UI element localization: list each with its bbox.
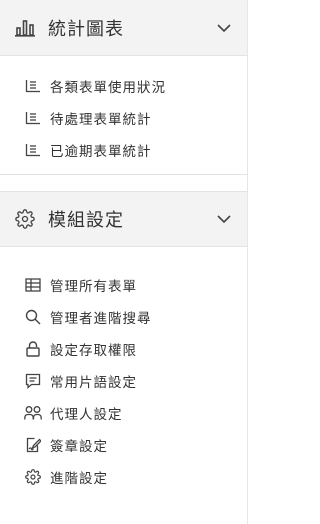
menu-item-label: 簽章設定 xyxy=(50,439,108,455)
list-icon xyxy=(24,109,42,127)
gear-icon xyxy=(24,468,42,486)
chevron-down-icon[interactable] xyxy=(215,19,233,37)
menu-item-label: 管理所有表單 xyxy=(50,279,137,295)
signature-icon xyxy=(24,436,42,454)
settings-sidebar: 統計圖表 各類表單使用狀況 待處理表單統計 已逾期表單統計 模組設定 管理所有表… xyxy=(0,0,248,524)
module-settings-menu: 管理所有表單 管理者進階搜尋 設定存取權限 常用片語設定 代理人設定 簽章設定 … xyxy=(0,247,247,501)
menu-item-signature-settings[interactable]: 簽章設定 xyxy=(0,429,247,461)
menu-item-label: 進階設定 xyxy=(50,471,108,487)
menu-item-manage-forms[interactable]: 管理所有表單 xyxy=(0,269,247,301)
menu-item-admin-search[interactable]: 管理者進階搜尋 xyxy=(0,301,247,333)
table-icon xyxy=(24,276,42,294)
menu-item-label: 設定存取權限 xyxy=(50,343,137,359)
menu-item-label: 各類表單使用狀況 xyxy=(50,80,166,96)
menu-item-proxy-settings[interactable]: 代理人設定 xyxy=(0,397,247,429)
menu-item-label: 管理者進階搜尋 xyxy=(50,311,152,327)
menu-item-form-usage[interactable]: 各類表單使用狀況 xyxy=(0,70,247,102)
menu-item-label: 常用片語設定 xyxy=(50,375,137,391)
section-title: 模組設定 xyxy=(48,210,124,231)
menu-item-label: 代理人設定 xyxy=(50,407,123,423)
search-icon xyxy=(24,308,42,326)
section-title: 統計圖表 xyxy=(48,18,124,40)
menu-item-label: 待處理表單統計 xyxy=(50,112,152,128)
lock-icon xyxy=(24,340,42,358)
menu-item-pending-stats[interactable]: 待處理表單統計 xyxy=(0,102,247,134)
menu-item-advanced-settings[interactable]: 進階設定 xyxy=(0,461,247,493)
chevron-down-icon[interactable] xyxy=(215,210,233,228)
menu-item-label: 已逾期表單統計 xyxy=(50,144,152,160)
list-icon xyxy=(24,77,42,95)
section-header-module-settings[interactable]: 模組設定 xyxy=(0,191,247,247)
section-header-statistics[interactable]: 統計圖表 xyxy=(0,0,247,56)
menu-item-common-phrases[interactable]: 常用片語設定 xyxy=(0,365,247,397)
statistics-menu: 各類表單使用狀況 待處理表單統計 已逾期表單統計 xyxy=(0,56,247,174)
bar-chart-icon xyxy=(14,17,36,39)
menu-item-overdue-stats[interactable]: 已逾期表單統計 xyxy=(0,134,247,166)
list-icon xyxy=(24,141,42,159)
users-icon xyxy=(24,404,42,422)
divider xyxy=(0,174,247,191)
chat-icon xyxy=(24,372,42,390)
menu-item-access-permissions[interactable]: 設定存取權限 xyxy=(0,333,247,365)
gear-icon xyxy=(14,208,36,230)
